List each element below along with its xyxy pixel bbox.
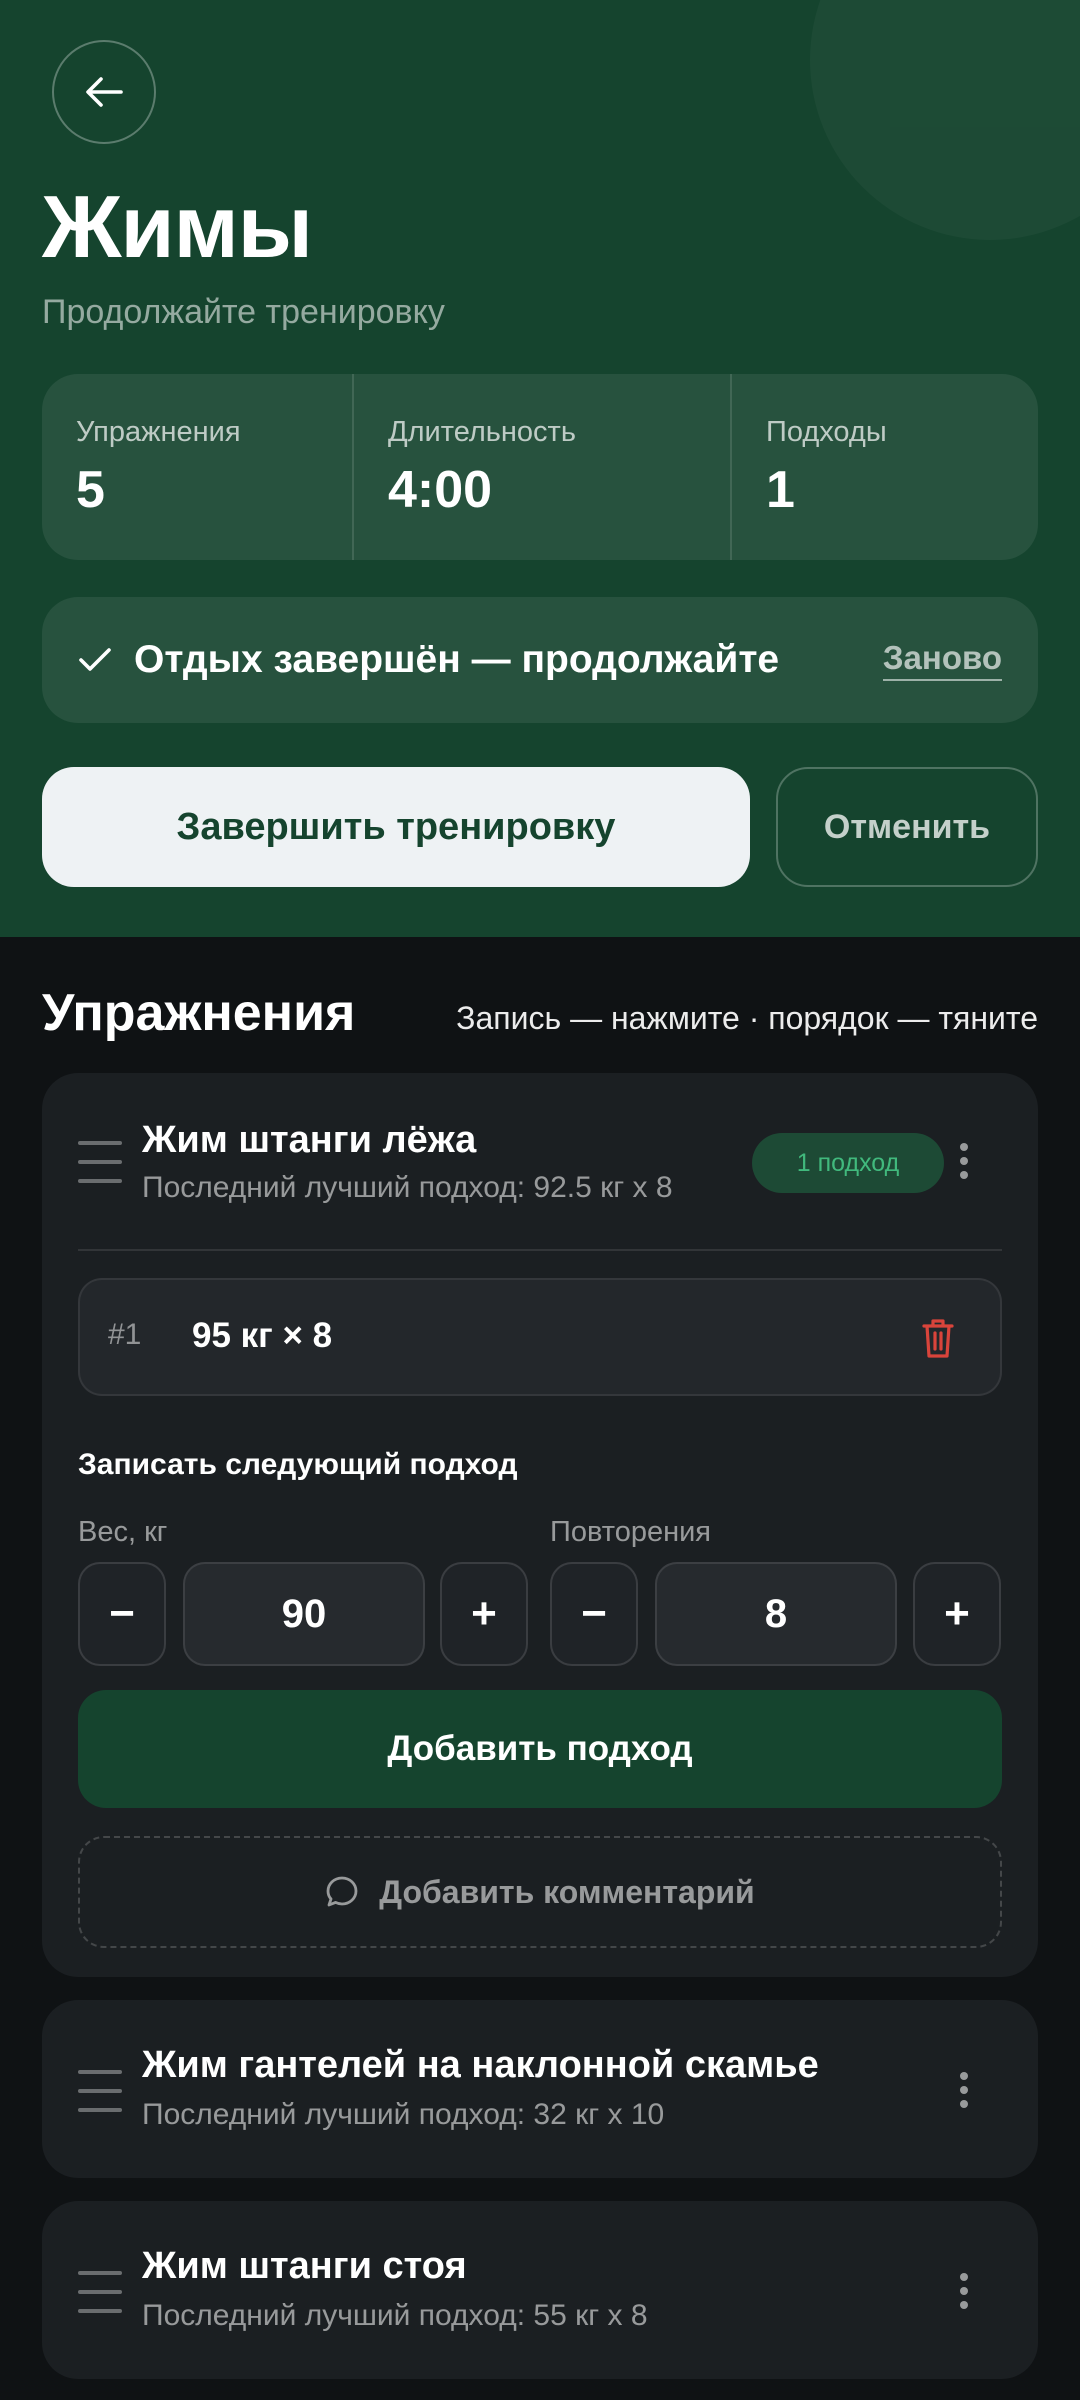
stat-exercises: Упражнения 5 [42, 374, 352, 560]
reps-label: Повторения [550, 1516, 712, 1548]
exercise-card[interactable]: Жим штанги лёжа Последний лучший подход:… [42, 1073, 1038, 1977]
set-value: 95 кг × 8 [192, 1316, 333, 1355]
check-icon [79, 648, 111, 671]
restart-rest-link[interactable]: Заново [882, 639, 1002, 681]
add-comment-button[interactable]: Добавить комментарий [78, 1836, 1002, 1948]
exercise-best-set: Последний лучший подход: 92.5 кг x 8 [142, 1171, 673, 1204]
exercise-name[interactable]: Жим гантелей на наклонной скамье [142, 2042, 819, 2088]
reps-decrease-button[interactable]: − [550, 1562, 638, 1666]
stat-duration: Длительность 4:00 [352, 374, 730, 560]
page-title: Жимы [42, 177, 313, 276]
add-set-button[interactable]: Добавить подход [78, 1690, 1002, 1808]
stat-label: Длительность [388, 416, 576, 448]
weight-input[interactable]: 90 [183, 1562, 425, 1666]
exercise-card[interactable]: Жим гантелей на наклонной скамье Последн… [42, 2000, 1038, 2178]
more-options-icon[interactable] [950, 1131, 978, 1191]
back-button[interactable] [52, 40, 156, 144]
workout-header: Жимы Продолжайте тренировку Упражнения 5… [0, 0, 1080, 937]
exercises-section-hint: Запись — нажмите · порядок — тяните [456, 1000, 1038, 1036]
logged-set-row[interactable]: #1 95 кг × 8 [78, 1278, 1002, 1396]
exercise-card[interactable]: Жим штанги стоя Последний лучший подход:… [42, 2201, 1038, 2379]
stat-value: 1 [766, 461, 795, 519]
rest-timer-banner: Отдых завершён — продолжайте Заново [42, 597, 1038, 723]
finish-workout-button[interactable]: Завершить тренировку [42, 767, 750, 887]
add-comment-label: Добавить комментарий [379, 1873, 755, 1910]
stat-label: Подходы [766, 416, 887, 448]
stat-value: 5 [76, 461, 105, 519]
exercise-name[interactable]: Жим штанги стоя [142, 2243, 467, 2289]
stat-sets: Подходы 1 [730, 374, 1038, 560]
arrow-left-icon [86, 77, 123, 107]
exercise-name[interactable]: Жим штанги лёжа [142, 1117, 476, 1163]
stat-label: Упражнения [76, 416, 241, 448]
cancel-workout-button[interactable]: Отменить [776, 767, 1038, 887]
exercise-best-set: Последний лучший подход: 32 кг x 10 [142, 2098, 665, 2131]
stat-value: 4:00 [388, 461, 493, 519]
decorative-circle [810, 0, 1080, 240]
weight-label: Вес, кг [78, 1516, 168, 1548]
reps-increase-button[interactable]: + [913, 1562, 1001, 1666]
weight-increase-button[interactable]: + [440, 1562, 528, 1666]
set-number: #1 [108, 1318, 142, 1351]
exercise-best-set: Последний лучший подход: 55 кг x 8 [142, 2299, 648, 2332]
comment-icon [326, 1876, 358, 1907]
divider [78, 1249, 1002, 1251]
page-subtitle: Продолжайте тренировку [42, 293, 445, 331]
exercises-section-title: Упражнения [42, 984, 356, 1042]
weight-decrease-button[interactable]: − [78, 1562, 166, 1666]
reps-input[interactable]: 8 [655, 1562, 897, 1666]
more-options-icon[interactable] [950, 2060, 978, 2120]
next-set-title: Записать следующий подход [78, 1448, 518, 1481]
more-options-icon[interactable] [950, 2261, 978, 2321]
drag-handle-icon[interactable] [78, 1141, 122, 1183]
rest-status-text: Отдых завершён — продолжайте [134, 638, 780, 681]
workout-stats: Упражнения 5 Длительность 4:00 Подходы 1 [42, 374, 1038, 560]
drag-handle-icon[interactable] [78, 2070, 122, 2112]
set-count-badge: 1 подход [752, 1133, 944, 1193]
drag-handle-icon[interactable] [78, 2271, 122, 2313]
trash-icon[interactable] [918, 1316, 958, 1360]
